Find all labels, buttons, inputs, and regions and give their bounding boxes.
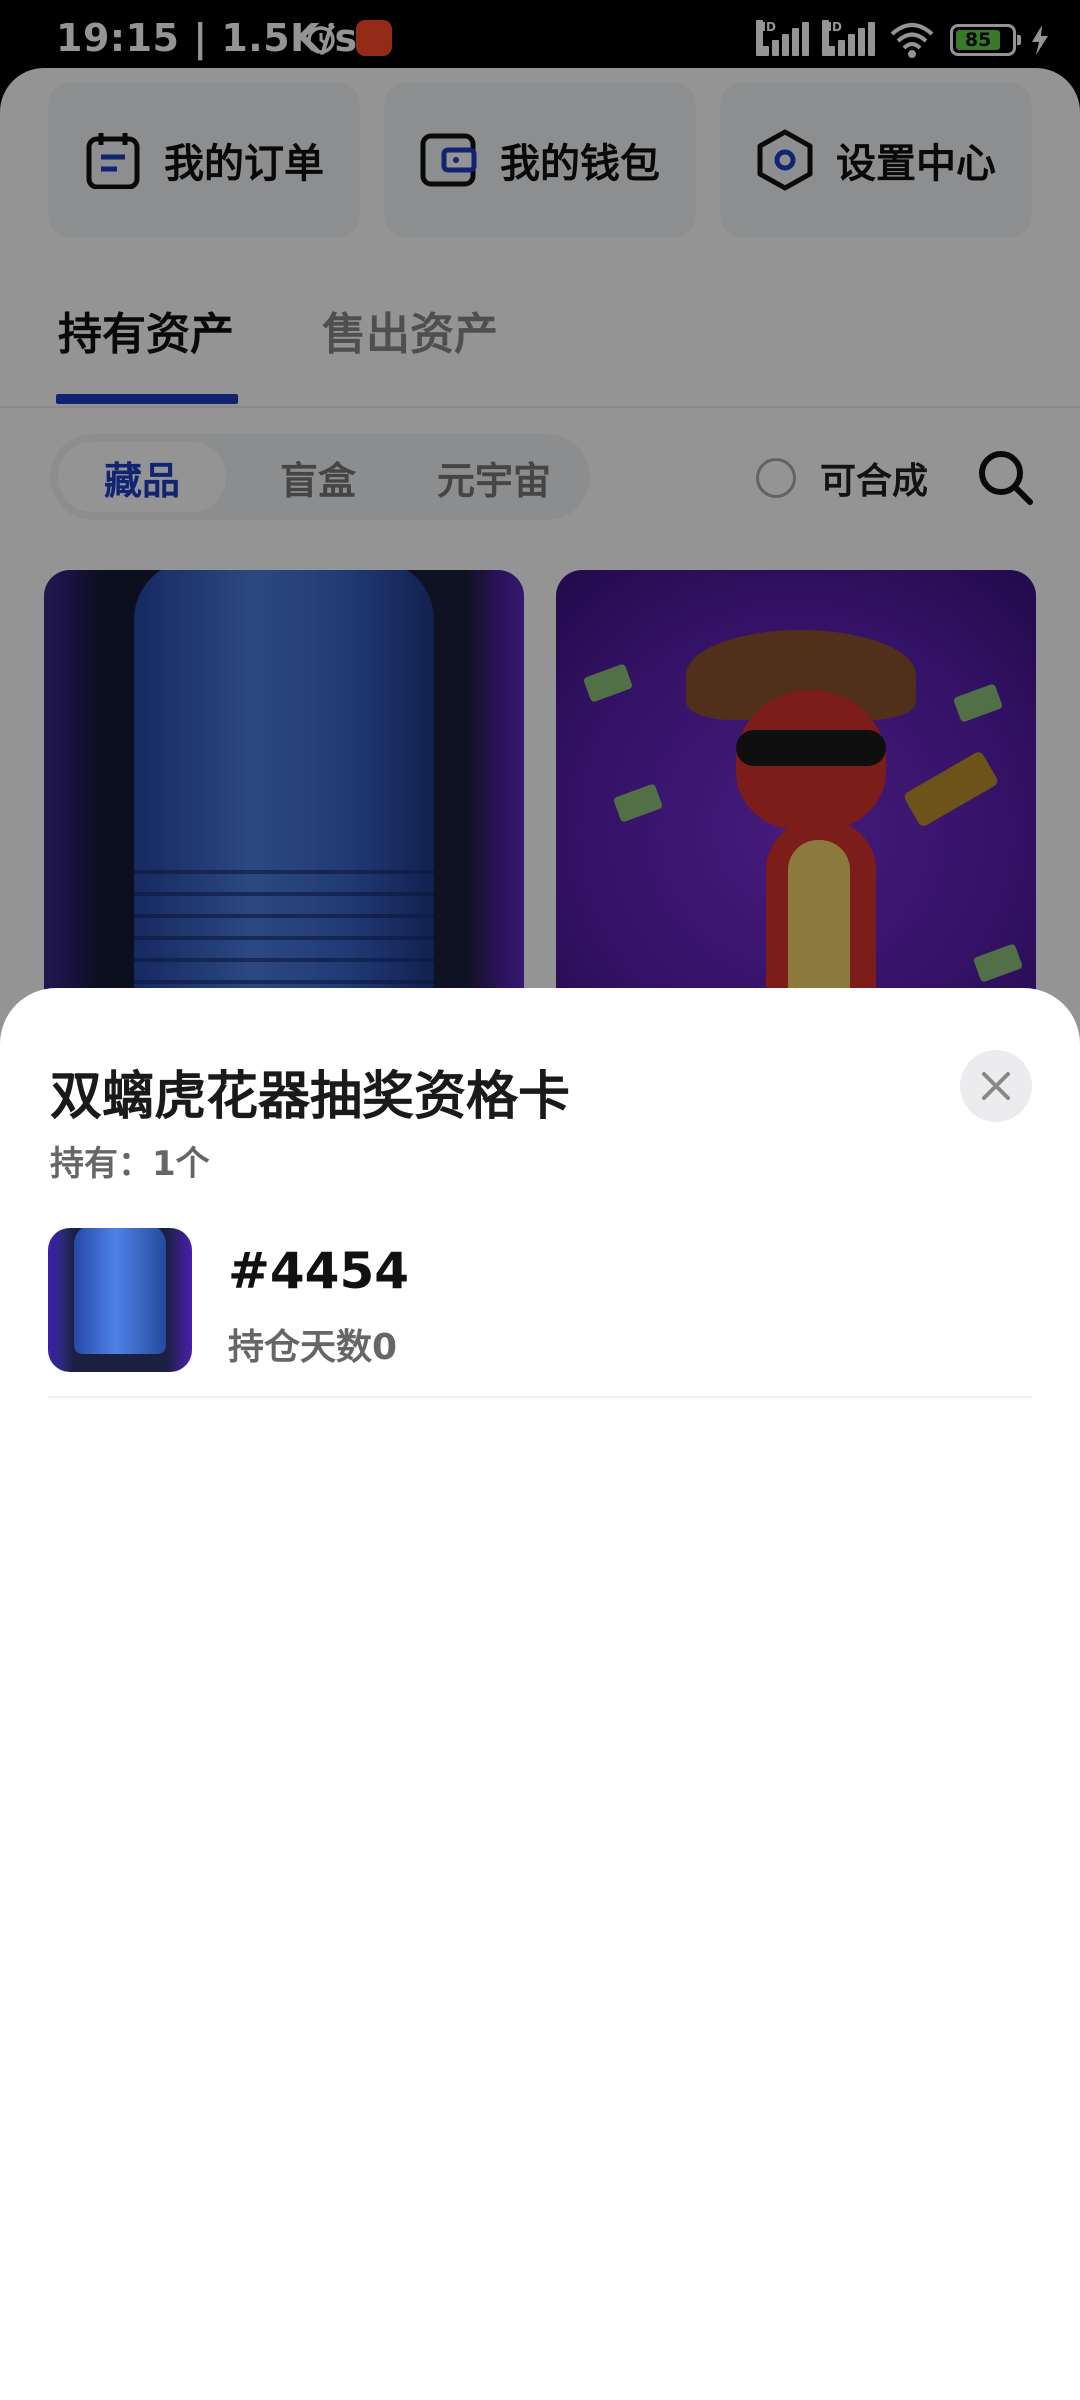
item-thumbnail (48, 1228, 192, 1372)
close-icon (982, 1072, 1010, 1100)
holdings-bottom-sheet: 双螭虎花器抽奖资格卡 持有：1个 #4454 持仓天数0 (0, 988, 1080, 2400)
holding-count: 持有：1个 (50, 1144, 210, 1184)
list-item[interactable]: #4454 持仓天数0 (48, 1228, 1032, 1398)
close-button[interactable] (960, 1050, 1032, 1122)
holding-days: 持仓天数0 (228, 1327, 398, 1368)
sheet-title: 双螭虎花器抽奖资格卡 (50, 1067, 571, 1127)
item-number: #4454 (228, 1242, 410, 1300)
